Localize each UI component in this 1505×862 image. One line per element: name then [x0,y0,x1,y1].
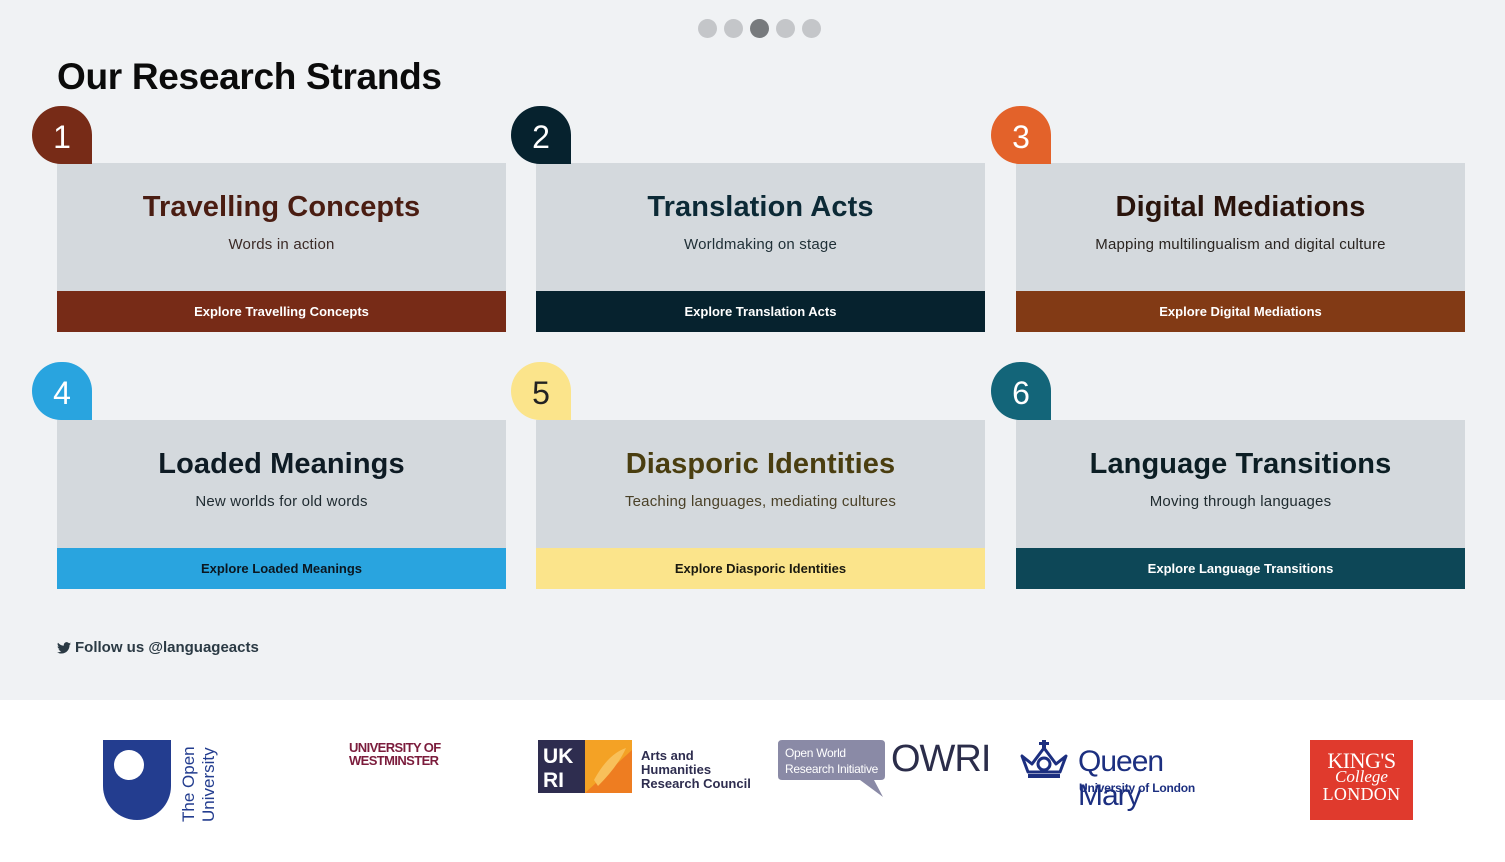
twitter-icon [57,641,71,654]
strand-title: Digital Mediations [1115,191,1366,223]
strand-card: Digital Mediations Mapping multilingualis… [1016,163,1465,332]
explore-button[interactable]: Explore Translation Acts [536,291,985,332]
owri-logo[interactable]: Open World Research Initiative OWRI [778,738,991,798]
ukri-ahrc-logo[interactable]: UK RI Arts and Humanities Research Counc… [538,740,753,794]
strand-subtitle: Worldmaking on stage [684,236,837,253]
explore-button[interactable]: Explore Language Transitions [1016,548,1465,589]
kings-line3: LONDON [1322,784,1401,804]
strand-card: Travelling Concepts Words in action Explor… [57,163,506,332]
crown-icon [1020,740,1068,778]
strand-title: Translation Acts [647,191,874,223]
strand-panel: Diasporic Identities Teaching languages, … [536,420,985,548]
strand-subtitle: Moving through languages [1149,493,1332,510]
strand-card: Diasporic Identities Teaching languages, … [536,420,985,589]
owri-bubble-line2: Research Initiative [785,762,879,776]
strand-panel: Travelling Concepts Words in action [57,163,506,291]
strand-card: Language Transitions Moving through langu… [1016,420,1465,589]
page-title: Our Research Strands [57,56,442,97]
strand-number-badge: 5 [511,362,571,420]
ukri-mark: UK RI [538,740,632,793]
westminster-line2: WESTMINSTER [349,753,439,768]
carousel-dot[interactable] [802,19,821,38]
strand-number-badge: 1 [32,106,92,164]
owri-bubble-line1: Open World [785,746,846,760]
explore-button[interactable]: Explore Digital Mediations [1016,291,1465,332]
ahrc-line3: Research Council [641,776,751,791]
strand-card: Loaded Meanings New worlds for old words E… [57,420,506,589]
strand-number-badge: 4 [32,362,92,420]
strand-subtitle: Words in action [228,236,335,253]
carousel-dots [698,19,821,38]
westminster-logo[interactable]: UNIVERSITY OF WESTMINSTER [349,741,469,771]
carousel-dot[interactable] [776,19,795,38]
explore-button[interactable]: Explore Loaded Meanings [57,548,506,589]
strand-number-badge: 2 [511,106,571,164]
strand-card: Translation Acts Worldmaking on stage Expl… [536,163,985,332]
carousel-dot[interactable] [698,19,717,38]
queen-mary-logo[interactable]: Queen Mary University of London [1018,740,1233,812]
strand-panel: Language Transitions Moving through langu… [1016,420,1465,548]
strand-subtitle: Mapping multilingualism and digital cult… [1095,236,1386,253]
strand-number-badge: 3 [991,106,1051,164]
follow-text: Follow us @languageacts [75,639,259,656]
strand-subtitle: New worlds for old words [195,493,368,510]
partner-logos: The Open University UNIVERSITY OF WESTMI… [0,700,1505,862]
open-university-line1: The Open [179,746,198,822]
strand-title: Language Transitions [1089,448,1392,480]
strand-number-badge: 6 [991,362,1051,420]
open-university-logo[interactable]: The Open University [103,740,223,822]
ahrc-line2: Humanities [641,762,712,777]
kings-college-logo[interactable]: KING'S College LONDON [1310,740,1413,820]
queen-mary-name: Queen Mary [1078,745,1164,812]
carousel-dot[interactable] [750,19,769,38]
explore-button[interactable]: Explore Diasporic Identities [536,548,985,589]
strand-title: Travelling Concepts [142,191,421,223]
strand-subtitle: Teaching languages, mediating cultures [624,493,897,510]
open-university-shield [103,740,171,820]
ahrc-line1: Arts and [641,748,694,763]
strand-title: Loaded Meanings [158,448,405,480]
carousel-dot[interactable] [724,19,743,38]
strand-title: Diasporic Identities [625,448,896,480]
open-university-line2: University [199,747,218,822]
strand-panel: Digital Mediations Mapping multilingualis… [1016,163,1465,291]
follow-link[interactable]: Follow us @languageacts [57,639,259,656]
svg-text:RI: RI [543,769,564,792]
queen-mary-sub: University of London [1079,781,1196,795]
strand-panel: Loaded Meanings New worlds for old words [57,420,506,548]
explore-button[interactable]: Explore Travelling Concepts [57,291,506,332]
owri-name: OWRI [891,738,991,780]
svg-text:UK: UK [543,745,573,768]
strand-panel: Translation Acts Worldmaking on stage [536,163,985,291]
